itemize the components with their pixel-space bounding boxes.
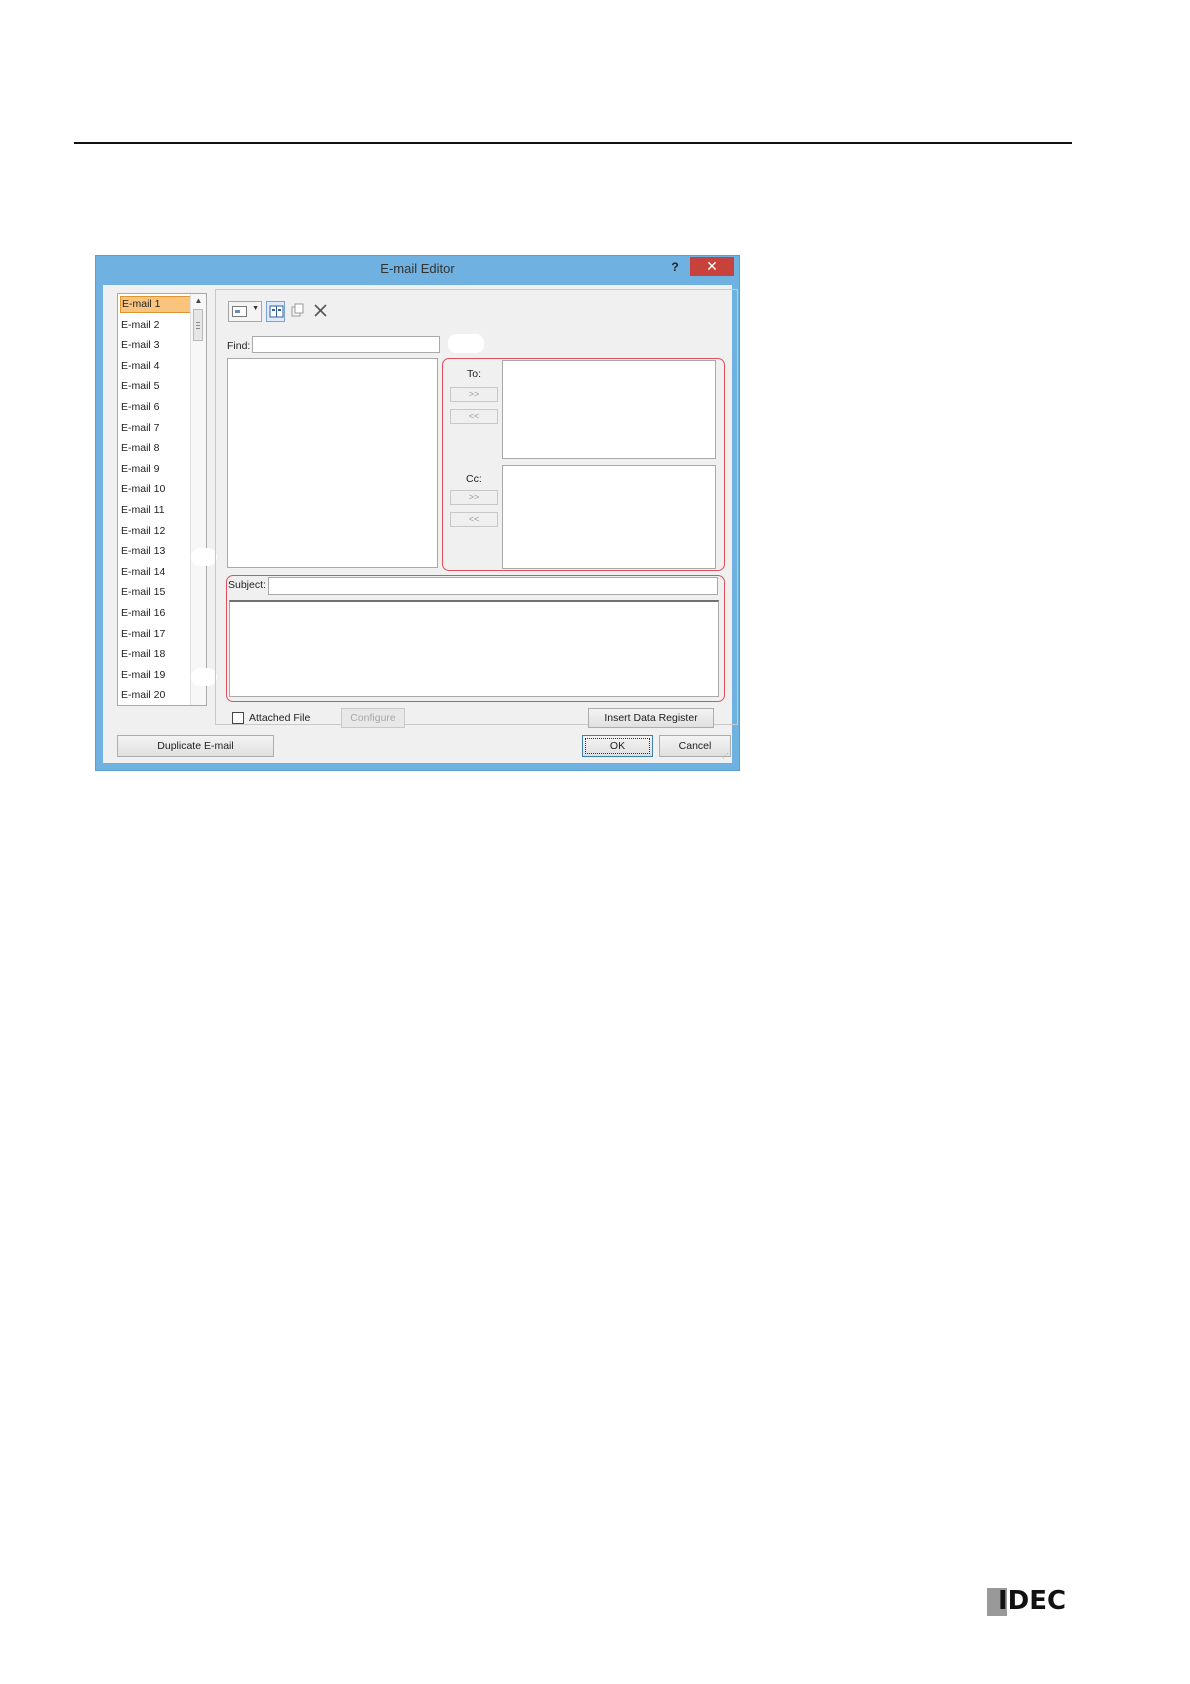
email-list-item[interactable]: E-mail 3 [120, 337, 192, 354]
configure-button[interactable]: Configure [341, 708, 405, 728]
email-settings-panel: ▼ Find: To: >> << Cc: >> << Subject: Att… [215, 289, 738, 728]
email-list-item[interactable]: E-mail 15 [120, 584, 192, 601]
email-list-item[interactable]: E-mail 6 [120, 399, 192, 416]
title-bar: E-mail Editor ? ✕ [96, 256, 739, 280]
email-list-item[interactable]: E-mail 20 [120, 687, 192, 704]
remove-cc-button[interactable]: << [450, 512, 498, 527]
cc-recipient-list[interactable] [502, 465, 716, 569]
resize-grip-icon[interactable]: ⋰ [722, 753, 730, 761]
delete-button[interactable] [311, 301, 330, 322]
attached-file-checkbox[interactable] [232, 712, 244, 724]
help-button[interactable]: ? [667, 258, 683, 276]
window-title: E-mail Editor [380, 261, 455, 276]
email-editor-window: E-mail Editor ? ✕ E-mail 1 E-mail 2 E-mail… [95, 255, 740, 771]
email-list-item[interactable]: E-mail 1 [120, 296, 192, 313]
remove-to-button[interactable]: << [450, 409, 498, 424]
email-list-item[interactable]: E-mail 5 [120, 378, 192, 395]
address-book-combo-button[interactable]: ▼ [228, 301, 262, 322]
close-button[interactable]: ✕ [690, 257, 734, 276]
email-list-item[interactable]: E-mail 17 [120, 626, 192, 643]
email-list-item[interactable]: E-mail 12 [120, 523, 192, 540]
add-to-button[interactable]: >> [450, 387, 498, 402]
address-book-button[interactable] [266, 301, 285, 322]
email-list-item[interactable]: E-mail 9 [120, 461, 192, 478]
email-list-item[interactable]: E-mail 4 [120, 358, 192, 375]
message-body-input[interactable] [229, 600, 719, 697]
duplicate-email-button[interactable]: Duplicate E-mail [117, 735, 274, 757]
ok-button[interactable]: OK [582, 735, 653, 757]
email-list-item[interactable]: E-mail 18 [120, 646, 192, 663]
callout-marker [191, 548, 217, 566]
to-label: To: [467, 368, 482, 380]
callout-marker [448, 334, 484, 353]
cc-label: Cc: [466, 473, 482, 485]
email-list-item[interactable]: E-mail 11 [120, 502, 192, 519]
to-recipient-list[interactable] [502, 360, 716, 459]
email-list-item[interactable]: E-mail 7 [120, 420, 192, 437]
address-book-icon [269, 305, 284, 318]
copy-icon [291, 303, 304, 317]
email-list-item[interactable]: E-mail 14 [120, 564, 192, 581]
email-list-item[interactable]: E-mail 19 [120, 667, 192, 684]
dialog-client-area: E-mail 1 E-mail 2 E-mail 3 E-mail 4 E-mail 5… [103, 285, 738, 763]
delete-icon [314, 304, 327, 317]
address-list[interactable] [227, 358, 438, 568]
email-list-item[interactable]: E-mail 10 [120, 481, 192, 498]
scroll-thumb[interactable] [193, 309, 203, 341]
email-list-item[interactable]: E-mail 13 [120, 543, 192, 560]
find-input[interactable] [252, 336, 440, 353]
email-list-item[interactable]: E-mail 16 [120, 605, 192, 622]
logo-text: IDEC [998, 1586, 1067, 1616]
insert-data-register-button[interactable]: Insert Data Register [588, 708, 714, 728]
cancel-button[interactable]: Cancel [659, 735, 731, 757]
add-cc-button[interactable]: >> [450, 490, 498, 505]
chevron-down-icon: ▼ [252, 305, 259, 312]
address-book-combo-icon [232, 306, 247, 317]
copy-button[interactable] [288, 301, 307, 322]
subject-label: Subject: [228, 579, 266, 591]
email-list-scrollbar[interactable]: ▲ [190, 294, 206, 705]
email-list[interactable]: E-mail 1 E-mail 2 E-mail 3 E-mail 4 E-mail 5… [117, 293, 207, 706]
attached-file-label: Attached File [249, 712, 311, 724]
email-list-item[interactable]: E-mail 2 [120, 317, 192, 334]
page-header-rule [74, 142, 1072, 144]
find-label: Find: [227, 340, 251, 352]
subject-input[interactable] [268, 577, 718, 595]
scroll-up-icon[interactable]: ▲ [193, 296, 204, 306]
email-list-item[interactable]: E-mail 8 [120, 440, 192, 457]
callout-marker [191, 668, 217, 686]
